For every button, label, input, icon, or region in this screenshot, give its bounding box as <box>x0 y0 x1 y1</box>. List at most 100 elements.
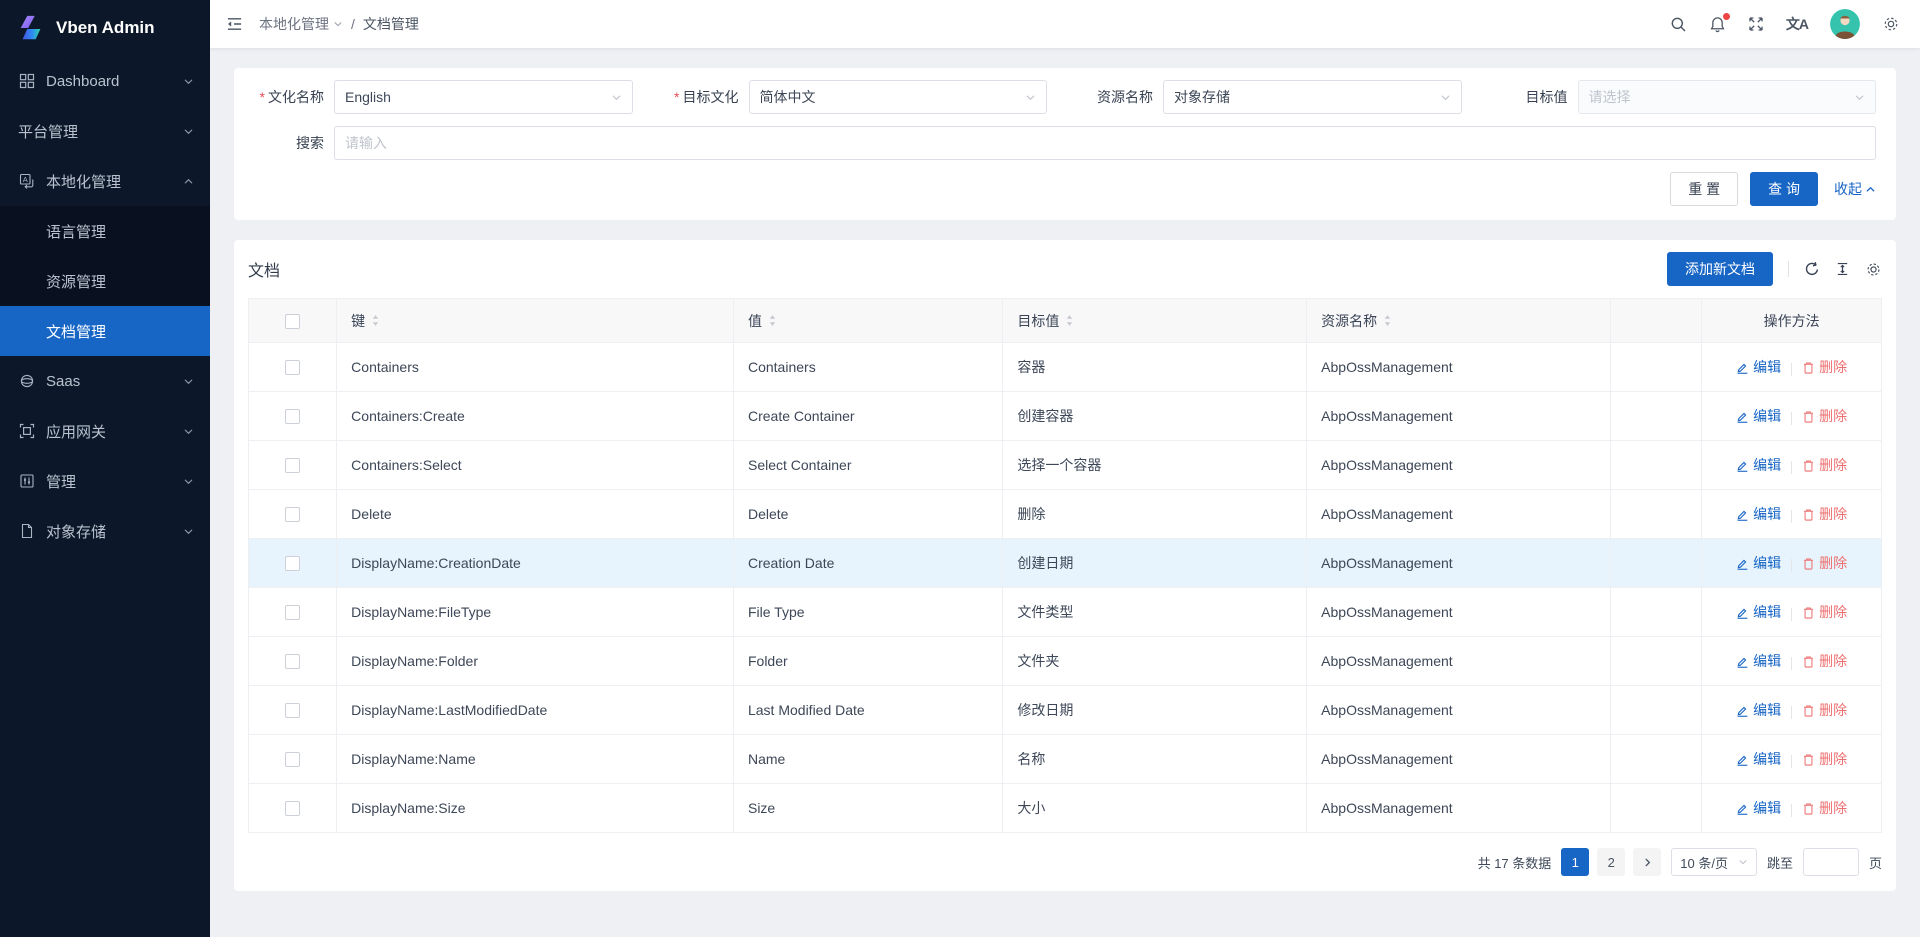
column-header-resource-name[interactable]: 资源名称 <box>1307 299 1611 343</box>
edit-link[interactable]: 编辑 <box>1736 406 1781 426</box>
delete-link[interactable]: 删除 <box>1802 553 1847 573</box>
edit-link[interactable]: 编辑 <box>1736 455 1781 475</box>
row-height-icon[interactable] <box>1835 261 1850 277</box>
sort-icon[interactable] <box>1383 314 1392 327</box>
cell-key: Delete <box>337 490 734 539</box>
search-input[interactable] <box>334 126 1876 160</box>
sort-icon[interactable] <box>1065 314 1074 327</box>
cell-key: DisplayName:Size <box>337 784 734 833</box>
reset-button[interactable]: 重 置 <box>1670 172 1738 206</box>
pencil-icon <box>1736 459 1749 472</box>
column-header-target-value[interactable]: 目标值 <box>1003 299 1307 343</box>
delete-link[interactable]: 删除 <box>1802 455 1847 475</box>
row-checkbox[interactable] <box>285 752 300 767</box>
cell-value: Select Container <box>733 441 1002 490</box>
sidebar-item-language[interactable]: 语言管理 <box>0 206 210 256</box>
resource-name-select[interactable]: 对象存储 <box>1163 80 1462 114</box>
fullscreen-icon[interactable] <box>1748 16 1764 32</box>
translate-icon[interactable]: 文A <box>1786 14 1808 34</box>
target-value-select[interactable]: 请选择 <box>1578 80 1877 114</box>
edit-link[interactable]: 编辑 <box>1736 504 1781 524</box>
row-checkbox[interactable] <box>285 703 300 718</box>
delete-link[interactable]: 删除 <box>1802 602 1847 622</box>
select-all-checkbox[interactable] <box>285 314 300 329</box>
search-icon[interactable] <box>1670 16 1687 33</box>
breadcrumb-parent-label: 本地化管理 <box>259 14 329 34</box>
chevron-down-icon <box>1440 92 1451 103</box>
sort-icon[interactable] <box>768 314 777 327</box>
cell-key: Containers:Select <box>337 441 734 490</box>
column-header-value[interactable]: 值 <box>733 299 1002 343</box>
row-checkbox[interactable] <box>285 801 300 816</box>
delete-link[interactable]: 删除 <box>1802 357 1847 377</box>
edit-link[interactable]: 编辑 <box>1736 798 1781 818</box>
localization-icon: A <box>18 173 36 189</box>
row-checkbox[interactable] <box>285 605 300 620</box>
column-settings-icon[interactable] <box>1865 261 1882 278</box>
pencil-icon <box>1736 655 1749 668</box>
breadcrumb-item-parent[interactable]: 本地化管理 <box>259 14 343 34</box>
chevron-down-icon <box>1025 92 1036 103</box>
filter-field-target-value: 目标值请选择 <box>1498 80 1877 114</box>
jump-label: 跳至 <box>1767 853 1793 872</box>
row-checkbox[interactable] <box>285 458 300 473</box>
jump-page-input[interactable] <box>1803 848 1859 876</box>
row-checkbox[interactable] <box>285 360 300 375</box>
edit-link[interactable]: 编辑 <box>1736 553 1781 573</box>
chevron-down-icon <box>183 426 194 437</box>
cell-spacer <box>1610 343 1701 392</box>
row-checkbox[interactable] <box>285 654 300 669</box>
target-culture-select[interactable]: 简体中文 <box>749 80 1048 114</box>
page-size-select[interactable]: 10 条/页 <box>1671 848 1757 876</box>
culture-name-select[interactable]: English <box>334 80 633 114</box>
notification-bell-icon[interactable] <box>1709 16 1726 33</box>
delete-link[interactable]: 删除 <box>1802 798 1847 818</box>
row-select-cell <box>249 343 337 392</box>
collapse-filter-link[interactable]: 收起 <box>1834 179 1876 199</box>
edit-link[interactable]: 编辑 <box>1736 357 1781 377</box>
row-checkbox[interactable] <box>285 556 300 571</box>
action-divider <box>1791 461 1792 474</box>
delete-link[interactable]: 删除 <box>1802 700 1847 720</box>
svg-text:A: A <box>23 175 28 184</box>
delete-link[interactable]: 删除 <box>1802 406 1847 426</box>
refresh-icon[interactable] <box>1804 261 1820 277</box>
row-checkbox[interactable] <box>285 409 300 424</box>
sidebar-item-gateway[interactable]: 应用网关 <box>0 406 210 456</box>
sidebar-item-manage[interactable]: 管理 <box>0 456 210 506</box>
add-document-button[interactable]: 添加新文档 <box>1667 252 1773 286</box>
sidebar-item-document[interactable]: 文档管理 <box>0 306 210 356</box>
user-avatar[interactable] <box>1830 9 1860 39</box>
query-button[interactable]: 查 询 <box>1750 172 1818 206</box>
cell-key: DisplayName:LastModifiedDate <box>337 686 734 735</box>
sidebar-item-saas[interactable]: Saas <box>0 356 210 406</box>
edit-link[interactable]: 编辑 <box>1736 749 1781 769</box>
settings-gear-icon[interactable] <box>1882 15 1900 33</box>
sidebar-item-platform[interactable]: 平台管理 <box>0 106 210 156</box>
chevron-down-icon <box>183 526 194 537</box>
row-select-cell <box>249 686 337 735</box>
chevron-down-icon <box>611 92 622 103</box>
sort-icon[interactable] <box>371 314 380 327</box>
logo[interactable]: Vben Admin <box>0 0 210 56</box>
action-divider <box>1791 804 1792 817</box>
sidebar-item-oss[interactable]: 对象存储 <box>0 506 210 556</box>
page-2-button[interactable]: 2 <box>1597 848 1625 876</box>
sidebar-item-dashboard[interactable]: Dashboard <box>0 56 210 106</box>
delete-link[interactable]: 删除 <box>1802 749 1847 769</box>
edit-link[interactable]: 编辑 <box>1736 651 1781 671</box>
cell-spacer <box>1610 392 1701 441</box>
delete-link[interactable]: 删除 <box>1802 504 1847 524</box>
page-1-button[interactable]: 1 <box>1561 848 1589 876</box>
sidebar-item-resource[interactable]: 资源管理 <box>0 256 210 306</box>
sidebar-collapse-icon[interactable] <box>226 16 243 32</box>
pencil-icon <box>1736 557 1749 570</box>
next-page-button[interactable] <box>1633 848 1661 876</box>
sidebar-item-localization[interactable]: A本地化管理 <box>0 156 210 206</box>
edit-link[interactable]: 编辑 <box>1736 602 1781 622</box>
delete-link[interactable]: 删除 <box>1802 651 1847 671</box>
column-header-key[interactable]: 键 <box>337 299 734 343</box>
row-checkbox[interactable] <box>285 507 300 522</box>
edit-link[interactable]: 编辑 <box>1736 700 1781 720</box>
chevron-down-icon <box>183 76 194 87</box>
